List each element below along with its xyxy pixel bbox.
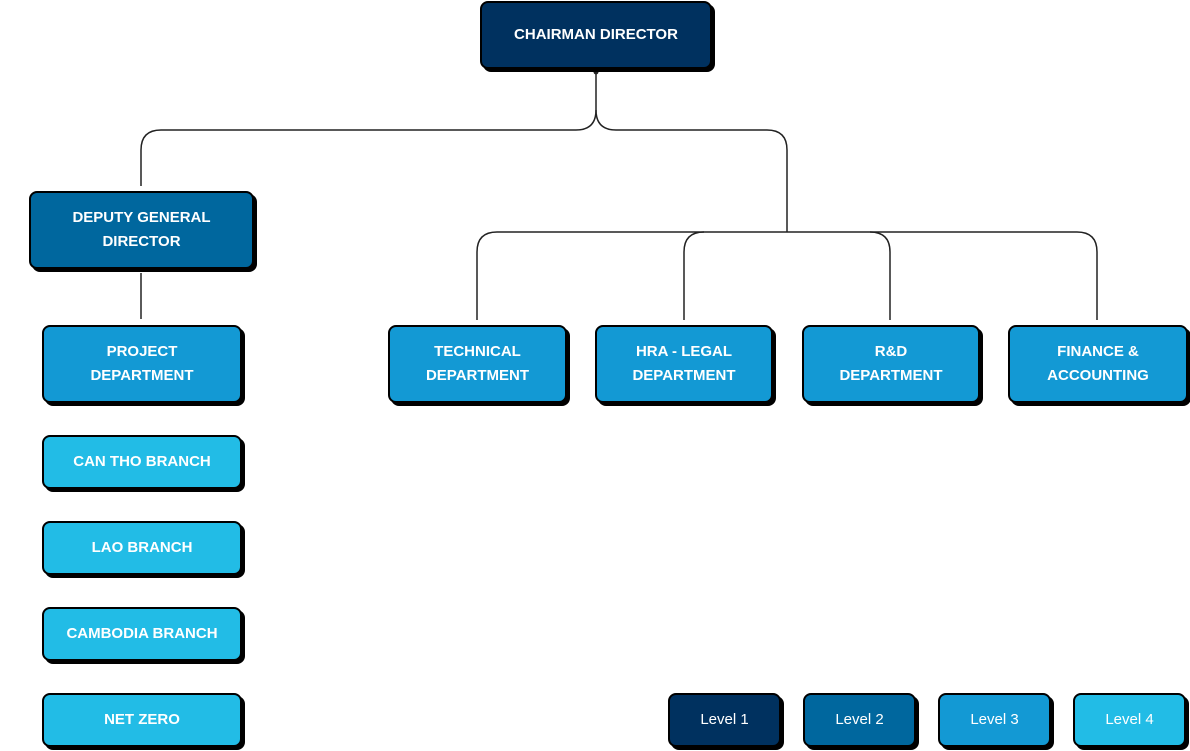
node-label: NET ZERO	[104, 711, 180, 728]
node-label: HRA - LEGAL DEPARTMENT	[632, 343, 736, 384]
connector-junction-dot	[593, 69, 599, 75]
node-lao-branch[interactable]: LAO BRANCH	[42, 521, 242, 575]
connector-chairman-trunk	[140, 70, 597, 186]
legend-level-1: Level 1	[668, 693, 781, 747]
node-hra-legal-department[interactable]: HRA - LEGAL DEPARTMENT	[595, 325, 773, 403]
node-label: DEPUTY GENERAL DIRECTOR	[72, 209, 211, 250]
connector-finance	[870, 231, 1098, 320]
node-label: R&D DEPARTMENT	[839, 343, 943, 384]
node-label: CHAIRMAN DIRECTOR	[514, 26, 678, 43]
node-project-department[interactable]: PROJECT DEPARTMENT	[42, 325, 242, 403]
node-rnd-department[interactable]: R&D DEPARTMENT	[802, 325, 980, 403]
node-label: TECHNICAL DEPARTMENT	[425, 343, 530, 384]
node-technical-department[interactable]: TECHNICAL DEPARTMENT	[388, 325, 567, 403]
node-finance-accounting[interactable]: FINANCE & ACCOUNTING	[1008, 325, 1188, 403]
legend-level-3: Level 3	[938, 693, 1051, 747]
legend-level-2: Level 2	[803, 693, 916, 747]
node-deputy-general-director[interactable]: DEPUTY GENERAL DIRECTOR	[29, 191, 254, 269]
node-label: FINANCE & ACCOUNTING	[1047, 343, 1149, 384]
legend-level-4: Level 4	[1073, 693, 1186, 747]
node-net-zero[interactable]: NET ZERO	[42, 693, 242, 747]
node-chairman-director[interactable]: CHAIRMAN DIRECTOR	[480, 1, 712, 69]
node-cambodia-branch[interactable]: CAMBODIA BRANCH	[42, 607, 242, 661]
connector-chairman-right	[595, 109, 788, 232]
org-chart: CHAIRMAN DIRECTOR DEPUTY GENERAL DIRECTO…	[0, 0, 1190, 751]
node-label: PROJECT DEPARTMENT	[90, 343, 194, 384]
legend-label: Level 3	[970, 711, 1019, 728]
node-label: CAN THO BRANCH	[73, 453, 211, 470]
node-label: CAMBODIA BRANCH	[66, 625, 218, 642]
connector-technical	[476, 231, 787, 320]
legend-label: Level 4	[1105, 711, 1154, 728]
legend-label: Level 1	[700, 711, 749, 728]
legend-label: Level 2	[835, 711, 884, 728]
node-can-tho-branch[interactable]: CAN THO BRANCH	[42, 435, 242, 489]
connector-hra	[683, 231, 705, 320]
node-label: LAO BRANCH	[91, 539, 193, 556]
connector-rnd	[787, 231, 891, 320]
